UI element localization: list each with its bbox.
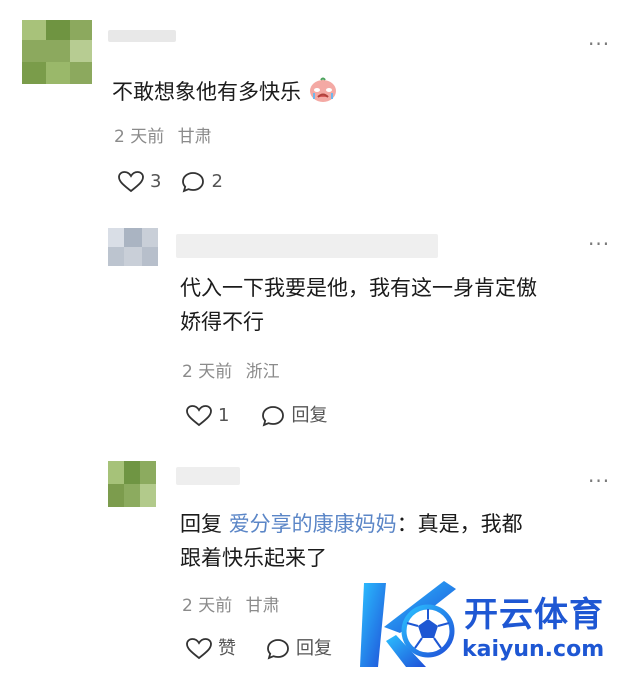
comment-location: 甘肃 [245, 596, 280, 616]
like-label: 赞 [218, 638, 236, 659]
like-button[interactable]: 1 [186, 405, 229, 427]
avatar[interactable] [108, 228, 158, 266]
watermark-url: kaiyun.com [462, 637, 605, 662]
comment-bubble-icon [261, 405, 285, 427]
kaiyun-watermark: 开云体育 kaiyun.com [356, 575, 636, 675]
comment-time: 2 天前 [182, 362, 233, 382]
like-button[interactable]: 赞 [186, 638, 236, 660]
reply-button[interactable]: 2 [181, 171, 223, 193]
reply-label: 回复 [291, 405, 328, 426]
reply-label: 回复 [296, 638, 332, 659]
comment-time: 2 天前 [182, 596, 233, 616]
comment-meta: 2 天前 浙江 [182, 362, 280, 382]
reply-prefix: 回复 [180, 512, 222, 536]
more-options-icon[interactable]: ··· [588, 34, 610, 54]
comment-1: ··· 不敢想象他有多快乐 2 天前 甘肃 3 2 [0, 0, 640, 200]
reply-count: 2 [211, 171, 223, 192]
comment-actions: 赞 回复 [186, 637, 352, 661]
comment-meta: 2 天前 甘肃 [182, 596, 280, 616]
reply-button[interactable]: 回复 [266, 638, 332, 660]
comment-time: 2 天前 [114, 127, 165, 147]
crying-face-emoji-icon [308, 77, 338, 113]
like-count: 3 [150, 171, 162, 192]
like-count: 1 [218, 405, 230, 426]
comment-text-line2: 娇得不行 [180, 310, 264, 334]
heart-icon [186, 638, 212, 660]
comment-bubble-icon [181, 171, 205, 193]
username-blurred[interactable] [108, 30, 176, 42]
reply-button[interactable]: 回复 [261, 405, 327, 427]
more-options-icon[interactable]: ··· [588, 471, 610, 491]
watermark-brand: 开云体育 [464, 595, 604, 635]
heart-icon [186, 405, 212, 427]
username-blurred[interactable] [176, 234, 438, 258]
avatar[interactable] [108, 461, 156, 507]
comment-text: 代入一下我要是他，我有这一身肯定傲 娇得不行 [180, 271, 537, 339]
more-options-icon[interactable]: ··· [588, 234, 610, 254]
comment-location: 甘肃 [177, 127, 212, 147]
mention-link[interactable]: 爱分享的康康妈妈 [229, 512, 397, 536]
comment-text: 回复 爱分享的康康妈妈：真是，我都 跟着快乐起来了 [180, 507, 523, 575]
comment-2: ··· 代入一下我要是他，我有这一身肯定傲 娇得不行 2 天前 浙江 1 回复 [0, 220, 640, 440]
comment-meta: 2 天前 甘肃 [114, 127, 212, 147]
heart-icon [118, 171, 144, 193]
comment-actions: 1 回复 [186, 404, 347, 428]
comment-text-line1: 回复 爱分享的康康妈妈：真是，我都 [180, 507, 523, 541]
comment-text: 不敢想象他有多快乐 [112, 75, 338, 113]
comment-location: 浙江 [245, 362, 280, 382]
comment-text-line1: 代入一下我要是他，我有这一身肯定傲 [180, 276, 537, 300]
comment-text-rest: ：真是，我都 [396, 512, 523, 536]
comment-bubble-icon [266, 638, 290, 660]
like-button[interactable]: 3 [118, 171, 161, 193]
kaiyun-logo-icon [356, 575, 466, 679]
avatar[interactable] [22, 20, 92, 84]
comment-text-line2: 跟着快乐起来了 [180, 546, 327, 570]
username-blurred[interactable] [176, 467, 240, 485]
comment-actions: 3 2 [118, 170, 243, 194]
comment-text-content: 不敢想象他有多快乐 [112, 80, 301, 104]
